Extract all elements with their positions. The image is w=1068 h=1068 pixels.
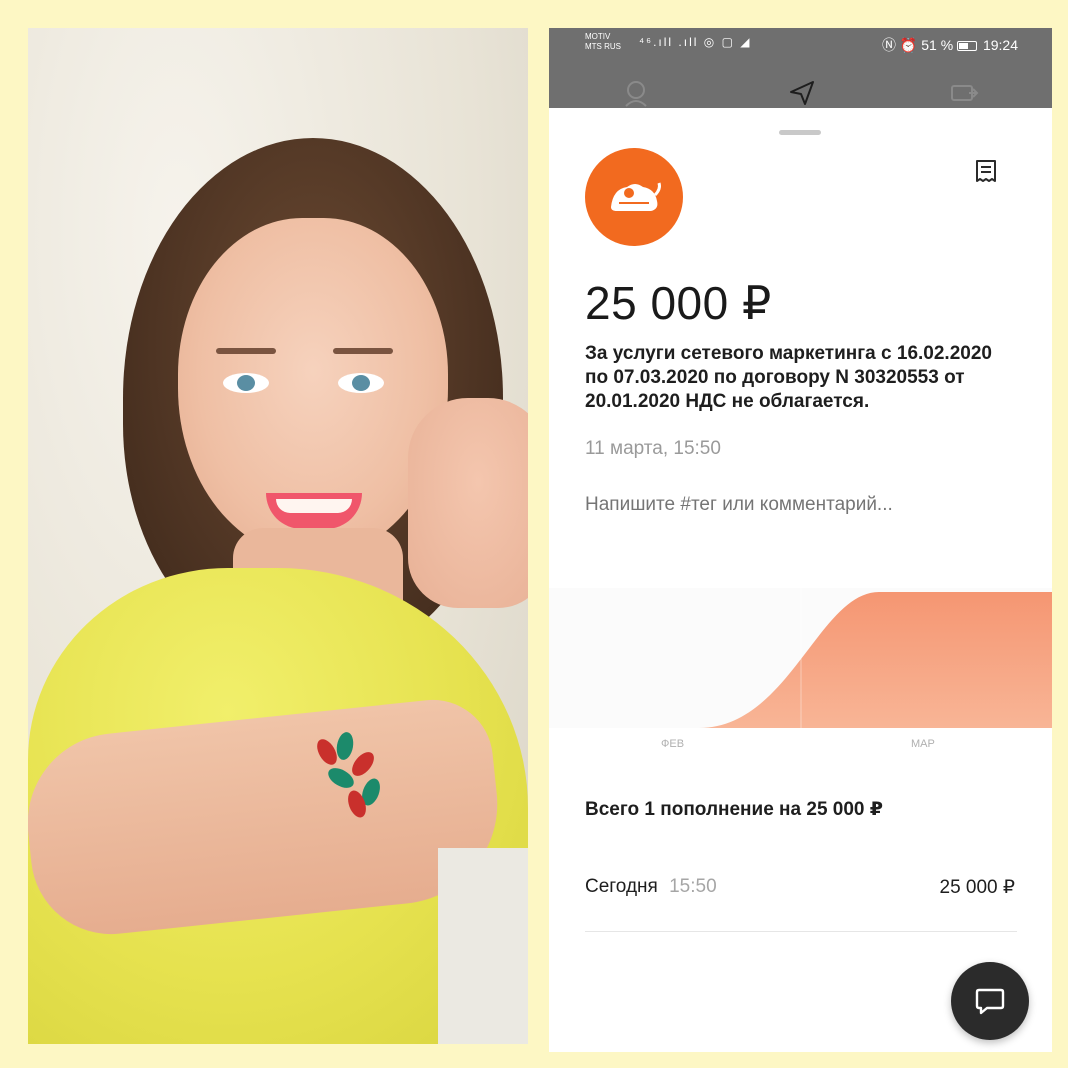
bank-logo <box>585 148 683 246</box>
send-icon[interactable] <box>787 78 817 108</box>
clock-time: 19:24 <box>982 37 1018 53</box>
whatsapp-icon: ◎ <box>703 35 717 49</box>
receipt-icon[interactable] <box>973 158 999 184</box>
drag-handle[interactable] <box>779 130 821 135</box>
deposits-summary: Всего 1 пополнение на 25 000 ₽ <box>585 799 883 820</box>
battery-icon <box>957 41 978 51</box>
chart-tick-mar: МАР <box>911 738 935 750</box>
carrier-label: MOTIV MTS RUS <box>585 32 621 52</box>
carrier-top: MOTIV <box>585 32 611 41</box>
photo-eye-left <box>223 373 269 393</box>
photo-sofa <box>438 848 528 1044</box>
balance-chart <box>549 588 1052 728</box>
transaction-amount: 25 000 ₽ <box>585 277 772 329</box>
chart-tick-feb: ФЕВ <box>661 738 685 750</box>
transaction-sheet: 25 000 ₽ За услуги сетевого маркетинга с… <box>549 108 1052 1052</box>
history-row[interactable]: Сегодня 15:50 25 000 ₽ <box>585 876 1017 932</box>
signal-icon: ⁴⁶.ıll .ıll <box>639 35 699 49</box>
chat-button[interactable] <box>951 962 1029 1040</box>
photo-eyebrow-left <box>216 348 276 354</box>
instagram-icon: ▢ <box>721 35 735 49</box>
profile-icon[interactable] <box>621 78 651 108</box>
history-row-label: Сегодня 15:50 <box>585 876 717 898</box>
telegram-icon: ◢ <box>740 35 752 49</box>
photo-eye-right <box>338 373 384 393</box>
transaction-description: За услуги сетевого маркетинга с 16.02.20… <box>585 343 992 412</box>
card-transfer-icon[interactable] <box>949 78 979 108</box>
phone-screenshot: MOTIV MTS RUS ⁴⁶.ıll .ıll ◎ ▢ ◢ Ⓝ ⏰ 51 %… <box>549 28 1052 1052</box>
photo-eyebrow-right <box>333 348 393 354</box>
history-row-day: Сегодня <box>585 876 658 897</box>
nfc-icon: Ⓝ <box>882 37 897 53</box>
transaction-date: 11 марта, 15:50 <box>585 438 721 459</box>
status-icons-left: ⁴⁶.ıll .ıll ◎ ▢ ◢ <box>639 35 752 49</box>
alarm-icon: ⏰ <box>899 37 918 53</box>
chat-icon <box>975 988 1005 1015</box>
portrait-photo <box>28 28 528 1044</box>
top-nav-row <box>549 78 1052 108</box>
status-icons-right: Ⓝ ⏰ 51 % 19:24 <box>882 35 1018 55</box>
photo-brooch <box>313 728 408 823</box>
carrier-bottom: MTS RUS <box>585 42 621 51</box>
history-row-time: 15:50 <box>669 876 717 897</box>
lion-icon <box>611 182 661 211</box>
comment-input[interactable] <box>585 494 1015 516</box>
status-bar: MOTIV MTS RUS ⁴⁶.ıll .ıll ◎ ▢ ◢ Ⓝ ⏰ 51 %… <box>549 28 1052 108</box>
history-row-amount: 25 000 ₽ <box>939 877 1015 898</box>
photo-hand <box>408 398 528 608</box>
battery-percent: 51 % <box>921 37 954 53</box>
